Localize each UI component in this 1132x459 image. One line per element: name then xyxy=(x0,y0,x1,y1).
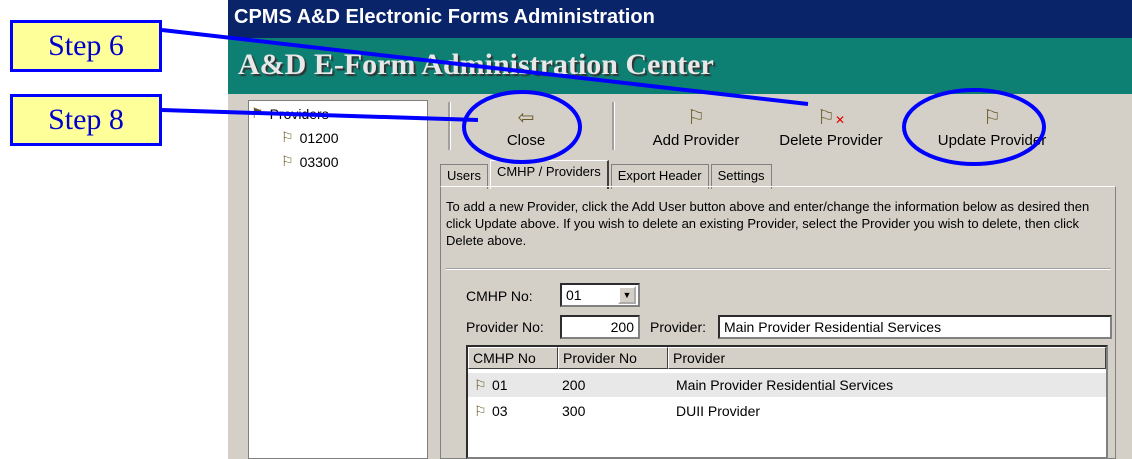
close-highlight-circle xyxy=(462,90,582,164)
step-8-pointer-line xyxy=(161,108,479,122)
annotation-overlay xyxy=(161,28,1046,166)
step-6-pointer-line xyxy=(161,28,809,106)
update-highlight-circle xyxy=(902,88,1046,166)
